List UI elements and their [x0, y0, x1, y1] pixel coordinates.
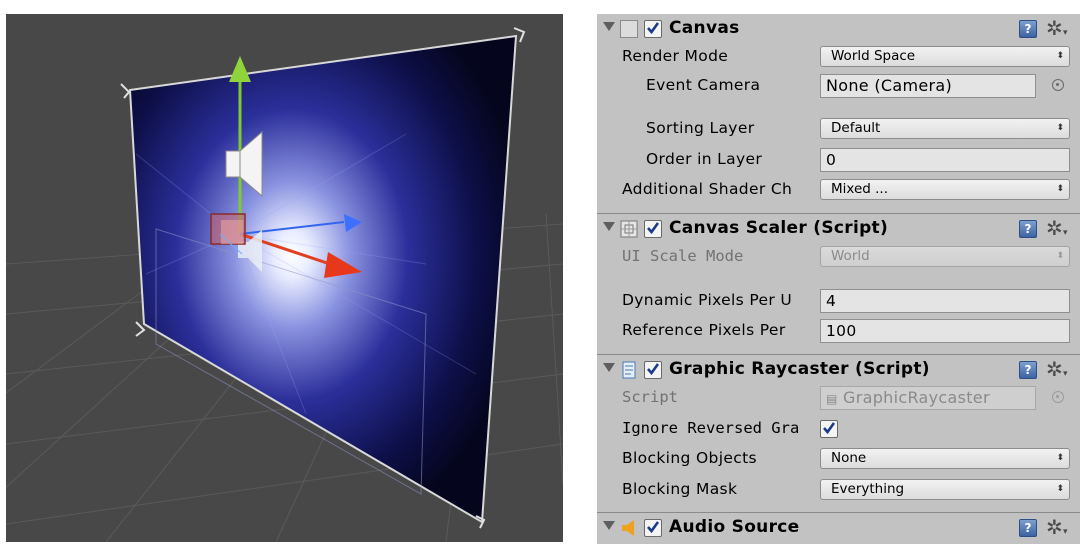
dropdown-arrows-icon: ⬍	[1056, 184, 1064, 194]
dynamic-pixels-field[interactable]: 4	[820, 289, 1070, 313]
script-value: GraphicRaycaster	[843, 388, 990, 407]
dropdown-arrows-icon: ⬍	[1056, 51, 1064, 61]
blocking-mask-row: Blocking Mask Everything ⬍	[597, 478, 1080, 503]
graphic-raycaster-title: Graphic Raycaster (Script)	[669, 359, 930, 379]
script-file-icon: ▤	[826, 392, 838, 406]
canvas-component-header[interactable]: Canvas ? ✲ ▾	[597, 14, 1080, 44]
dropdown-arrows-icon: ⬍	[1056, 453, 1064, 463]
render-mode-dropdown[interactable]: World Space ⬍	[820, 46, 1070, 67]
graphic-raycaster-enabled-checkbox[interactable]	[644, 361, 662, 379]
blocking-objects-value: None	[831, 450, 867, 466]
object-picker-icon[interactable]	[1052, 79, 1064, 91]
gear-icon[interactable]: ✲ ▾	[1046, 16, 1074, 40]
inspector-panel: Canvas ? ✲ ▾ Render Mode World Space ⬍ Ev…	[597, 14, 1080, 544]
blocking-objects-label: Blocking Objects	[622, 449, 757, 467]
script-field: ▤ GraphicRaycaster	[820, 386, 1036, 410]
event-camera-label: Event Camera	[646, 76, 761, 94]
dropdown-arrows-icon: ⬍	[1056, 484, 1064, 494]
blocking-objects-dropdown[interactable]: None ⬍	[820, 448, 1070, 469]
blocking-objects-row: Blocking Objects None ⬍	[597, 447, 1080, 472]
sorting-layer-row: Sorting Layer Default ⬍	[597, 117, 1080, 142]
dynamic-pixels-label: Dynamic Pixels Per U	[622, 291, 793, 309]
canvas-scaler-enabled-checkbox[interactable]	[644, 220, 662, 238]
gear-icon[interactable]: ✲ ▾	[1046, 357, 1074, 381]
additional-shader-value: Mixed ...	[831, 181, 889, 197]
script-label: Script	[622, 388, 678, 406]
canvas-plane[interactable]	[128, 34, 518, 524]
help-icon[interactable]: ?	[1019, 361, 1037, 379]
render-mode-row: Render Mode World Space ⬍	[597, 45, 1080, 70]
audio-source-component-header[interactable]: Audio Source ? ✲ ▾	[597, 512, 1080, 542]
canvas-scaler-component-header[interactable]: Canvas Scaler (Script) ? ✲ ▾	[597, 213, 1080, 243]
dropdown-arrows-icon: ⬍	[1056, 123, 1064, 133]
sorting-layer-dropdown[interactable]: Default ⬍	[820, 118, 1070, 139]
ignore-reversed-label: Ignore Reversed Gra	[622, 419, 800, 437]
sorting-layer-value: Default	[831, 120, 881, 136]
sorting-layer-label: Sorting Layer	[646, 119, 755, 137]
order-in-layer-row: Order in Layer 0	[597, 148, 1080, 173]
render-mode-value: World Space	[831, 48, 916, 64]
ui-scale-mode-row: UI Scale Mode World ⬍	[597, 245, 1080, 270]
graphic-raycaster-component-header[interactable]: Graphic Raycaster (Script) ? ✲ ▾	[597, 354, 1080, 384]
audio-source-title: Audio Source	[669, 517, 800, 537]
ui-scale-mode-label: UI Scale Mode	[622, 247, 744, 265]
canvas-title: Canvas	[669, 18, 740, 38]
help-icon[interactable]: ?	[1019, 20, 1037, 38]
ui-scale-mode-value: World	[831, 248, 870, 264]
canvas-scaler-title: Canvas Scaler (Script)	[669, 218, 889, 238]
help-icon[interactable]: ?	[1019, 519, 1037, 537]
object-picker-icon	[1052, 391, 1064, 403]
blocking-mask-dropdown[interactable]: Everything ⬍	[820, 479, 1070, 500]
help-icon[interactable]: ?	[1019, 220, 1037, 238]
dynamic-pixels-row: Dynamic Pixels Per U 4	[597, 289, 1080, 314]
additional-shader-dropdown[interactable]: Mixed ... ⬍	[820, 179, 1070, 200]
blocking-mask-label: Blocking Mask	[622, 480, 738, 498]
collapse-arrow-icon[interactable]	[603, 22, 615, 31]
order-in-layer-field[interactable]: 0	[820, 148, 1070, 172]
audio-source-speaker-icon	[620, 519, 638, 537]
collapse-arrow-icon[interactable]	[603, 363, 615, 372]
additional-shader-row: Additional Shader Ch Mixed ... ⬍	[597, 178, 1080, 203]
collapse-arrow-icon[interactable]	[603, 222, 615, 231]
canvas-icon	[620, 20, 638, 38]
scene-view[interactable]	[6, 14, 563, 542]
ignore-reversed-row: Ignore Reversed Gra	[597, 417, 1080, 442]
event-camera-row: Event Camera None (Camera)	[597, 74, 1080, 99]
ui-scale-mode-dropdown: World ⬍	[820, 246, 1070, 267]
reference-pixels-field[interactable]: 100	[820, 319, 1070, 343]
additional-shader-label: Additional Shader Ch	[622, 180, 793, 198]
event-camera-field[interactable]: None (Camera)	[820, 74, 1036, 98]
render-mode-label: Render Mode	[622, 47, 729, 65]
script-row: Script ▤ GraphicRaycaster	[597, 386, 1080, 411]
ignore-reversed-checkbox[interactable]	[820, 420, 838, 438]
script-icon	[620, 361, 638, 379]
reference-pixels-label: Reference Pixels Per	[622, 321, 786, 339]
dropdown-arrows-icon: ⬍	[1056, 251, 1064, 261]
gear-icon[interactable]: ✲ ▾	[1046, 216, 1074, 240]
canvas-enabled-checkbox[interactable]	[644, 20, 662, 38]
canvas-scaler-icon	[620, 220, 638, 238]
scene-viewport[interactable]	[6, 14, 563, 542]
blocking-mask-value: Everything	[831, 481, 905, 497]
audio-source-enabled-checkbox[interactable]	[644, 519, 662, 537]
collapse-arrow-icon[interactable]	[603, 521, 615, 530]
order-in-layer-label: Order in Layer	[646, 150, 763, 168]
gear-icon[interactable]: ✲ ▾	[1046, 515, 1074, 539]
reference-pixels-row: Reference Pixels Per 100	[597, 319, 1080, 344]
